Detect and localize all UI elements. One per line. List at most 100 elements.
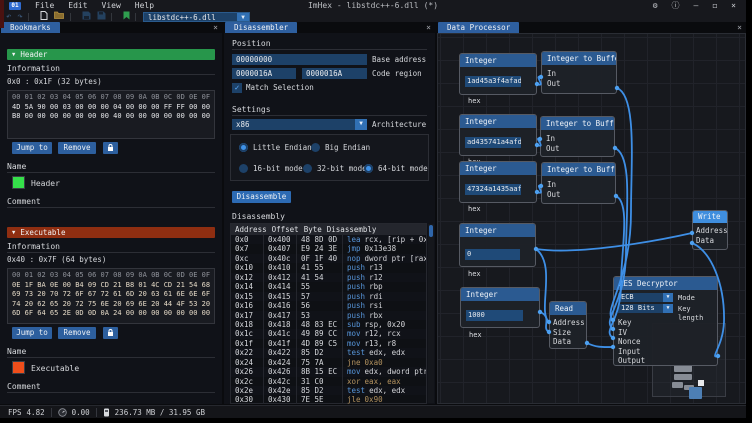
base-address-input[interactable]: 00000000	[232, 54, 367, 65]
node-integer-to-buffer-3[interactable]: Integer to Buffer InOut	[541, 162, 616, 204]
info-icon[interactable]: ⓘ	[672, 0, 680, 11]
close-icon[interactable]: ×	[213, 23, 218, 33]
node-title[interactable]: Integer	[460, 162, 536, 175]
match-selection-checkbox[interactable]: ✓	[232, 83, 242, 93]
chevron-down-icon[interactable]: ▼	[663, 293, 673, 302]
node-title[interactable]: Integer	[460, 224, 535, 237]
remove-button[interactable]: Remove	[58, 327, 96, 339]
table-row[interactable]: 0x1c 0x41c 49 89 CC movr12, rcx	[231, 329, 426, 338]
menu-item[interactable]: File	[29, 1, 60, 10]
remove-button[interactable]: Remove	[58, 142, 96, 154]
little-endian-radio[interactable]	[239, 143, 248, 152]
architecture-combo[interactable]: x86 ▼	[232, 119, 367, 130]
node-title[interactable]: Integer to Buffer	[542, 163, 615, 176]
node-title[interactable]: Integer to Buffer	[542, 52, 616, 65]
bookmark-name[interactable]: Header	[31, 179, 60, 188]
disassemble-button[interactable]: Disassemble	[232, 191, 291, 203]
table-column-header[interactable]: Byte	[300, 224, 323, 235]
integer-value-input[interactable]: 0	[465, 249, 520, 260]
table-row[interactable]: 0x2c 0x42c 31 C0 xoreax, eax	[231, 377, 426, 386]
table-row[interactable]: 0x7 0x407 E9 24 3E 01 00 jmp0x13e38	[231, 244, 426, 253]
aes-mode-combo[interactable]: ECB ▼	[618, 293, 673, 302]
port-out[interactable]: Out	[547, 190, 610, 200]
bookmark-color-swatch[interactable]	[12, 176, 25, 189]
port-in[interactable]: In	[546, 134, 609, 144]
node-integer-2[interactable]: Integer ad435741a4afdehex	[459, 114, 537, 156]
node-write[interactable]: Write Address Data	[692, 210, 728, 250]
aes-keylength-combo[interactable]: 128 Bits ▼	[618, 304, 673, 313]
port-nonce[interactable]: Nonce	[618, 337, 713, 347]
port-data[interactable]: Data	[696, 236, 724, 246]
table-row[interactable]: 0x18 0x418 48 83 EC 20 subrsp, 0x20	[231, 320, 426, 329]
undo-icon[interactable]: ↶	[6, 12, 11, 22]
node-integer-3[interactable]: Integer 47324a1435aafehex	[459, 161, 537, 203]
port-out[interactable]: Out	[547, 79, 611, 89]
lock-button[interactable]	[103, 142, 118, 154]
port-data[interactable]: Data	[553, 337, 583, 347]
file-selector[interactable]: libstdc++-6.dll ▼	[143, 12, 250, 22]
node-integer-4[interactable]: Integer 0hex	[459, 223, 536, 267]
integer-value-input[interactable]: ad435741a4afde	[465, 137, 521, 148]
code-region-start-input[interactable]: 0000016A	[232, 68, 296, 79]
bookmark-header-collapsible[interactable]: ▼Header	[7, 49, 215, 60]
redo-icon[interactable]: ↷	[17, 12, 22, 22]
chevron-down-icon[interactable]: ▼	[355, 119, 367, 130]
node-title[interactable]: AES Decryptor	[614, 277, 717, 290]
port-in[interactable]: In	[547, 180, 610, 190]
node-integer-1[interactable]: Integer 1ad45a3f4afad4hex	[459, 53, 537, 95]
node-read[interactable]: Read Address Size Data	[549, 301, 587, 349]
node-title[interactable]: Write	[693, 211, 727, 223]
settings-gear-icon[interactable]: ⚙	[653, 1, 658, 10]
code-region-end-input[interactable]: 0000016A	[302, 68, 367, 79]
table-row[interactable]: 0xc 0x40c 0F 1F 40 00 nopdword ptr [rax]	[231, 254, 426, 263]
table-row[interactable]: 0x2e 0x42e 85 D2 testedx, edx	[231, 386, 426, 395]
port-in[interactable]: In	[547, 69, 611, 79]
table-row[interactable]: 0x17 0x417 53 pushrbx	[231, 311, 426, 320]
node-integer-to-buffer-1[interactable]: Integer to Buffer InOut	[541, 51, 617, 94]
port-size[interactable]: Size	[553, 328, 583, 338]
jump-to-button[interactable]: Jump to	[12, 142, 52, 154]
table-row[interactable]: 0x12 0x412 41 54 pushr12	[231, 273, 426, 282]
table-column-header[interactable]: Address	[231, 224, 268, 235]
hex-preview[interactable]: 00 01 02 03 04 05 06 07 08 09 0A 0B 0C 0…	[7, 90, 215, 139]
integer-value-input[interactable]: 47324a1435aafe	[465, 184, 521, 195]
menu-item[interactable]: View	[96, 1, 127, 10]
table-row[interactable]: 0x1f 0x41f 4D 89 C5 movr13, r8	[231, 339, 426, 348]
close-icon[interactable]: ×	[426, 23, 431, 33]
integer-value-input[interactable]: 1000	[466, 310, 523, 321]
bookmark-header-collapsible[interactable]: ▼Executable	[7, 227, 215, 238]
node-title[interactable]: Integer	[460, 115, 536, 128]
table-row[interactable]: 0x10 0x410 41 55 pushr13	[231, 263, 426, 272]
node-title[interactable]: Integer	[460, 54, 536, 67]
node-title[interactable]: Integer to Buffer	[541, 117, 614, 130]
integer-value-input[interactable]: 1ad45a3f4afad4	[465, 76, 521, 87]
hex-preview[interactable]: 00 01 02 03 04 05 06 07 08 09 0A 0B 0C 0…	[7, 268, 215, 324]
mode-32bit-radio[interactable]	[303, 164, 312, 173]
big-endian-radio[interactable]	[311, 143, 320, 152]
mode-16bit-radio[interactable]	[239, 164, 248, 173]
minimize-icon[interactable]: –	[694, 1, 699, 10]
close-icon[interactable]: ×	[737, 23, 742, 33]
node-title[interactable]: Read	[550, 302, 586, 315]
mode-64bit-radio[interactable]	[364, 164, 373, 173]
table-row[interactable]: 0x22 0x422 85 D2 testedx, edx	[231, 348, 426, 357]
table-scrollbar[interactable]	[428, 224, 434, 403]
port-output[interactable]: Output	[618, 356, 713, 366]
jump-to-button[interactable]: Jump to	[12, 327, 52, 339]
menu-item[interactable]: Edit	[62, 1, 93, 10]
node-aes-decryptor[interactable]: AES Decryptor ECB ▼ Mode 128 Bits ▼ Key …	[613, 276, 718, 366]
table-column-header[interactable]: Disassembly	[323, 224, 378, 235]
bookmark-icon[interactable]	[123, 11, 130, 23]
save-icon[interactable]	[82, 11, 91, 23]
tab-bookmarks[interactable]: Bookmarks	[1, 22, 60, 33]
table-row[interactable]: 0x30 0x430 7E 5E jle0x90	[231, 395, 426, 404]
table-column-header[interactable]: Offset	[268, 224, 300, 235]
port-address[interactable]: Address	[696, 226, 724, 236]
chevron-down-icon[interactable]: ▼	[237, 13, 249, 21]
port-input[interactable]: Input	[618, 347, 713, 357]
bookmark-color-swatch[interactable]	[12, 361, 25, 374]
port-iv[interactable]: IV	[618, 328, 713, 338]
node-title[interactable]: Integer	[461, 288, 539, 301]
chevron-down-icon[interactable]: ▼	[663, 304, 673, 313]
close-icon[interactable]: ×	[731, 1, 736, 10]
